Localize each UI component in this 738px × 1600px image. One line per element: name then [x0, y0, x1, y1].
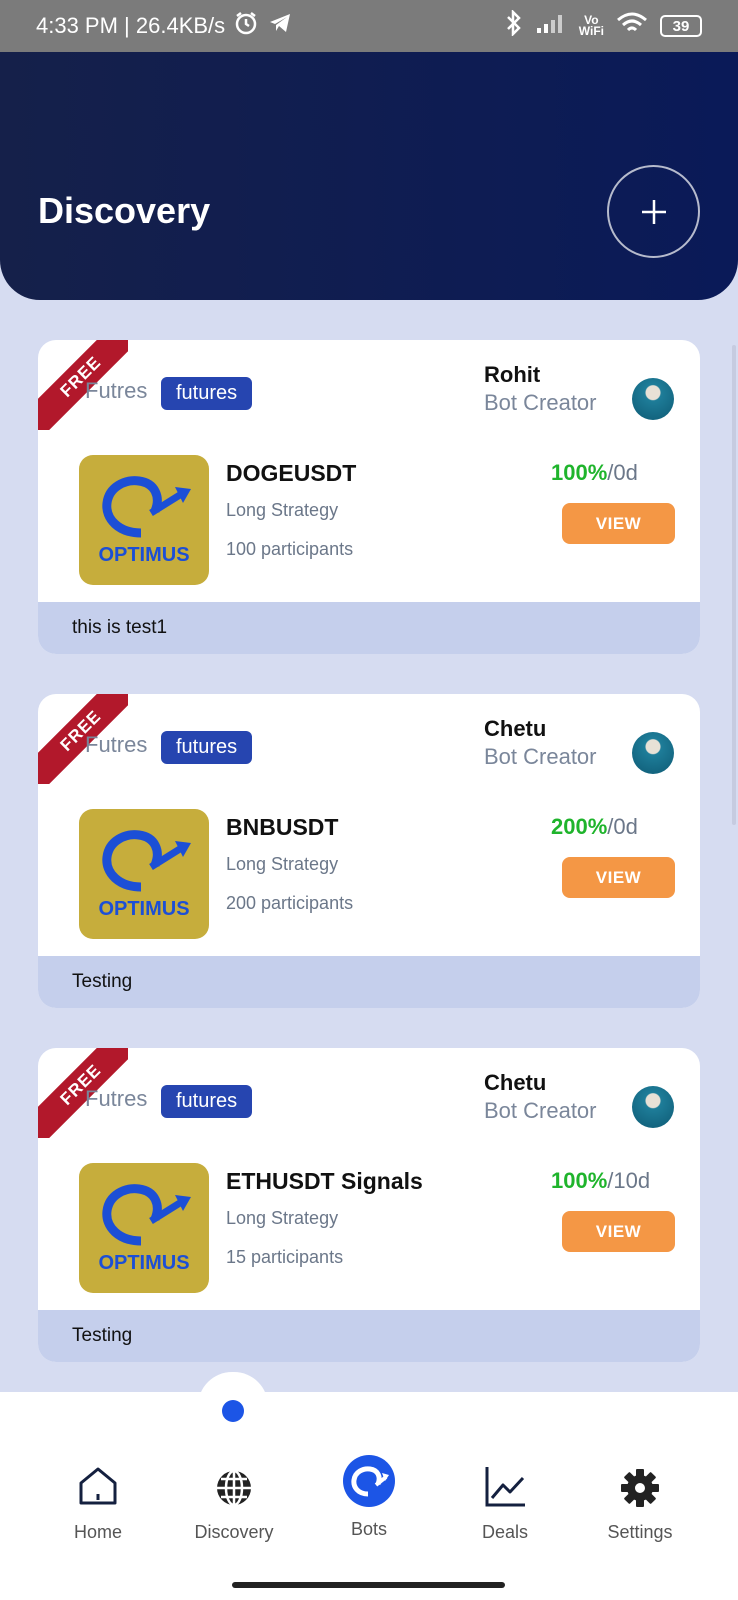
- battery-indicator: 39: [660, 15, 702, 37]
- creator-role: Bot Creator: [484, 744, 597, 769]
- creator-name: Chetu: [484, 1070, 547, 1095]
- bot-card[interactable]: FREE Futres futures Chetu Bot Creator OP…: [38, 694, 700, 1008]
- nav-label: Home: [73, 1522, 122, 1542]
- return-period: /10d: [607, 1168, 651, 1193]
- nav-item-settings[interactable]: Settings: [580, 1462, 700, 1543]
- bot-card[interactable]: FREE Futres futures Rohit Bot Creator OP…: [38, 340, 700, 654]
- return-stat: 100%/10d: [551, 1168, 650, 1194]
- participants-count: 100 participants: [226, 539, 354, 559]
- creator-role: Bot Creator: [484, 390, 597, 415]
- wifi-icon: [616, 11, 648, 41]
- nav-item-bots[interactable]: Bots: [309, 1455, 429, 1540]
- category-label: Futres: [85, 378, 148, 403]
- return-stat: 200%/0d: [551, 814, 638, 840]
- active-indicator: [222, 1400, 244, 1422]
- signal-icon: [535, 12, 567, 40]
- participants-count: 200 participants: [226, 893, 354, 913]
- nav-label: Discovery: [194, 1522, 274, 1542]
- market-tag: futures: [161, 377, 253, 410]
- logo-text: OPTIMUS: [98, 544, 190, 566]
- status-bar: 4:33 PM | 26.4KB/s Vo WiFi 39: [0, 0, 738, 52]
- view-button[interactable]: VIEW: [562, 857, 675, 898]
- category-label: Futres: [85, 732, 148, 757]
- strategy-label: Long Strategy: [226, 500, 339, 520]
- strategy-label: Long Strategy: [226, 854, 339, 874]
- page-title: Discovery: [38, 190, 211, 231]
- market-tag: futures: [161, 731, 253, 764]
- view-button[interactable]: VIEW: [562, 1211, 675, 1252]
- bot-logo: OPTIMUS: [79, 1163, 209, 1293]
- participants-count: 15 participants: [226, 1247, 344, 1267]
- vowifi-bottom: WiFi: [578, 24, 604, 38]
- bottom-nav: Home Discovery Bots Deals Settings: [0, 1372, 738, 1600]
- avatar[interactable]: [632, 732, 674, 774]
- bot-title: DOGEUSDT: [226, 460, 357, 486]
- add-button[interactable]: [607, 165, 700, 258]
- bot-title: ETHUSDT Signals: [226, 1168, 423, 1194]
- bot-title: BNBUSDT: [226, 814, 339, 840]
- vowifi-indicator: Vo WiFi: [578, 14, 604, 38]
- card-description: this is test1: [38, 602, 700, 654]
- bot-logo: OPTIMUS: [79, 455, 209, 585]
- bot-logo: OPTIMUS: [79, 809, 209, 939]
- status-time-speed: 4:33 PM | 26.4KB/s: [36, 13, 226, 38]
- return-period: /0d: [607, 814, 638, 839]
- return-pct: 200%: [551, 814, 608, 839]
- return-period: /0d: [607, 460, 638, 485]
- nav-item-deals[interactable]: Deals: [445, 1462, 565, 1543]
- bot-card[interactable]: FREE Futres futures Chetu Bot Creator OP…: [38, 1048, 700, 1362]
- creator-name: Rohit: [484, 362, 541, 387]
- creator-name: Chetu: [484, 716, 547, 741]
- category-label: Futres: [85, 1086, 148, 1111]
- header: Discovery: [0, 52, 738, 300]
- gear-icon: [580, 1462, 700, 1508]
- nav-item-discovery[interactable]: Discovery: [174, 1462, 294, 1543]
- optimus-logo-icon: [102, 830, 191, 892]
- alarm-icon: [233, 10, 259, 42]
- avatar[interactable]: [632, 378, 674, 420]
- creator-role: Bot Creator: [484, 1098, 597, 1123]
- telegram-icon: [267, 10, 293, 42]
- return-pct: 100%: [551, 460, 608, 485]
- nav-label: Bots: [350, 1519, 388, 1539]
- nav-item-home[interactable]: Home: [38, 1462, 158, 1543]
- optimus-logo-icon: [102, 476, 191, 538]
- bluetooth-icon: [505, 8, 523, 42]
- home-indicator[interactable]: [232, 1582, 505, 1588]
- globe-icon: [174, 1462, 294, 1508]
- scrollbar[interactable]: [732, 345, 736, 825]
- market-tag: futures: [161, 1085, 253, 1118]
- home-icon: [38, 1462, 158, 1508]
- card-description: Testing: [38, 1310, 700, 1362]
- return-stat: 100%/0d: [551, 460, 638, 486]
- chart-icon: [445, 1462, 565, 1508]
- nav-label: Deals: [481, 1522, 529, 1542]
- nav-label: Settings: [607, 1522, 673, 1542]
- card-description: Testing: [38, 956, 700, 1008]
- view-button[interactable]: VIEW: [562, 503, 675, 544]
- plus-icon: [641, 199, 666, 224]
- optimus-logo-icon: [102, 1184, 191, 1246]
- bot-logo-icon: [309, 1455, 429, 1508]
- avatar[interactable]: [632, 1086, 674, 1128]
- strategy-label: Long Strategy: [226, 1208, 339, 1228]
- logo-text: OPTIMUS: [98, 898, 190, 920]
- logo-text: OPTIMUS: [98, 1252, 190, 1274]
- return-pct: 100%: [551, 1168, 608, 1193]
